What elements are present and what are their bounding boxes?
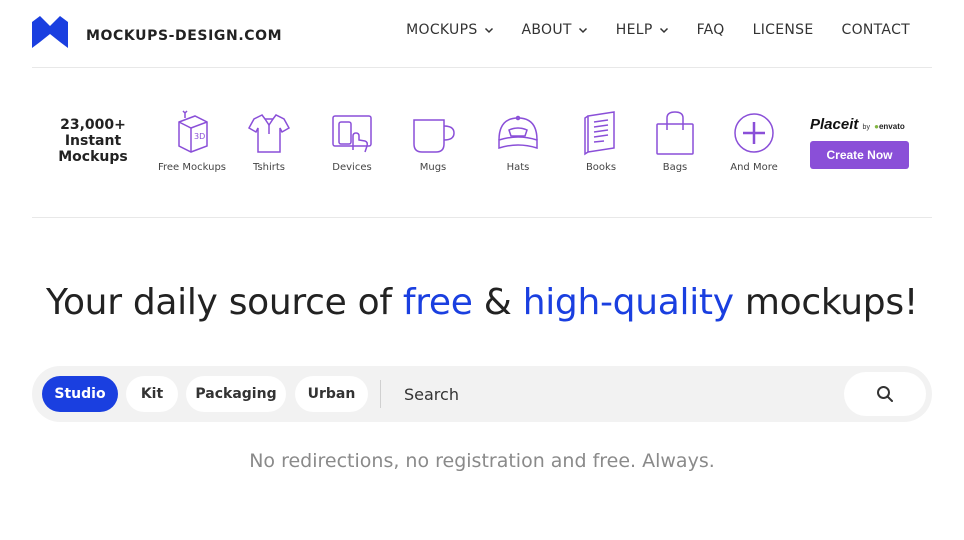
main-nav: MOCKUPS ABOUT HELP FAQ LICENSE CONTACT — [406, 22, 910, 38]
category-label: Tshirts — [252, 162, 286, 173]
category-label: Mugs — [419, 162, 447, 173]
3d-box-icon: 3D — [178, 110, 208, 153]
create-now-button[interactable]: Create Now — [810, 141, 909, 169]
logo-mark-icon — [32, 16, 68, 48]
nav-label: MOCKUPS — [406, 22, 478, 38]
category-bags[interactable]: Bags — [635, 110, 715, 173]
placeit-brand: Placeit — [810, 116, 859, 133]
hero-part-2: & — [472, 282, 523, 323]
search-button[interactable] — [844, 372, 926, 416]
svg-text:3D: 3D — [194, 132, 205, 141]
hat-icon — [498, 115, 538, 150]
category-devices[interactable]: Devices — [312, 110, 392, 173]
placeit-by: by — [862, 124, 870, 131]
bag-icon — [656, 111, 694, 155]
nav-item-help[interactable]: HELP — [616, 22, 669, 38]
plus-circle-icon — [734, 113, 774, 153]
nav-label: FAQ — [696, 22, 725, 38]
category-label: Free Mockups — [157, 162, 227, 173]
filter-studio[interactable]: Studio — [42, 376, 118, 412]
chevron-down-icon — [578, 27, 587, 34]
nav-item-mockups[interactable]: MOCKUPS — [406, 22, 493, 38]
search-divider — [380, 380, 381, 408]
mug-icon — [413, 119, 455, 153]
category-free-mockups[interactable]: 3D Free Mockups — [152, 110, 232, 173]
count-number: 23,000+ — [60, 117, 126, 133]
filter-urban[interactable]: Urban — [295, 376, 368, 412]
category-tshirts[interactable]: Tshirts — [229, 110, 309, 173]
hero-part-3: mockups! — [733, 282, 918, 323]
category-label: Bags — [662, 162, 688, 173]
tagline: No redirections, no registration and fre… — [249, 450, 715, 472]
site-header: MOCKUPS-DESIGN.COM MOCKUPS ABOUT HELP FA… — [32, 0, 932, 68]
nav-label: LICENSE — [752, 22, 814, 38]
category-label: Hats — [506, 162, 530, 173]
category-bar: 23,000+ Instant Mockups 3D Free Mockups … — [32, 68, 932, 218]
hero-highlight-quality: high-quality — [522, 282, 734, 323]
category-label: And More — [730, 162, 778, 173]
category-label: Devices — [332, 162, 372, 173]
nav-label: ABOUT — [521, 22, 572, 38]
hero-part-1: Your daily source of — [46, 282, 403, 323]
nav-item-contact[interactable]: CONTACT — [842, 22, 911, 38]
category-hats[interactable]: Hats — [478, 110, 558, 173]
mockup-count: 23,000+ Instant Mockups — [54, 117, 132, 165]
book-icon — [584, 111, 615, 156]
category-and-more[interactable]: And More — [714, 110, 794, 173]
count-label-1: Instant — [64, 133, 122, 149]
site-logo[interactable]: MOCKUPS-DESIGN.COM — [32, 16, 282, 48]
filter-kit[interactable]: Kit — [126, 376, 178, 412]
tshirt-icon — [247, 114, 291, 153]
search-icon — [877, 386, 893, 402]
search-input[interactable] — [394, 376, 834, 412]
logo-text: MOCKUPS-DESIGN.COM — [86, 28, 283, 44]
nav-item-license[interactable]: LICENSE — [753, 22, 814, 38]
hero-highlight-free: free — [402, 282, 473, 323]
nav-item-about[interactable]: ABOUT — [522, 22, 588, 38]
count-label-2: Mockups — [58, 149, 128, 165]
nav-label: HELP — [615, 22, 653, 38]
devices-icon — [332, 115, 372, 153]
chevron-down-icon — [659, 27, 668, 34]
search-bar: Studio Kit Packaging Urban — [32, 366, 932, 422]
filter-packaging[interactable]: Packaging — [186, 376, 286, 412]
hero-title: Your daily source of free & high-quality… — [0, 282, 964, 323]
category-mugs[interactable]: Mugs — [393, 110, 473, 173]
category-label: Books — [585, 162, 617, 173]
placeit-promo: Placeit by ●envato Create Now — [810, 116, 910, 169]
nav-label: CONTACT — [841, 22, 910, 38]
placeit-logo[interactable]: Placeit by ●envato — [810, 116, 910, 133]
nav-item-faq[interactable]: FAQ — [697, 22, 725, 38]
placeit-partner: envato — [878, 122, 905, 131]
category-books[interactable]: Books — [561, 110, 641, 173]
chevron-down-icon — [484, 27, 493, 34]
